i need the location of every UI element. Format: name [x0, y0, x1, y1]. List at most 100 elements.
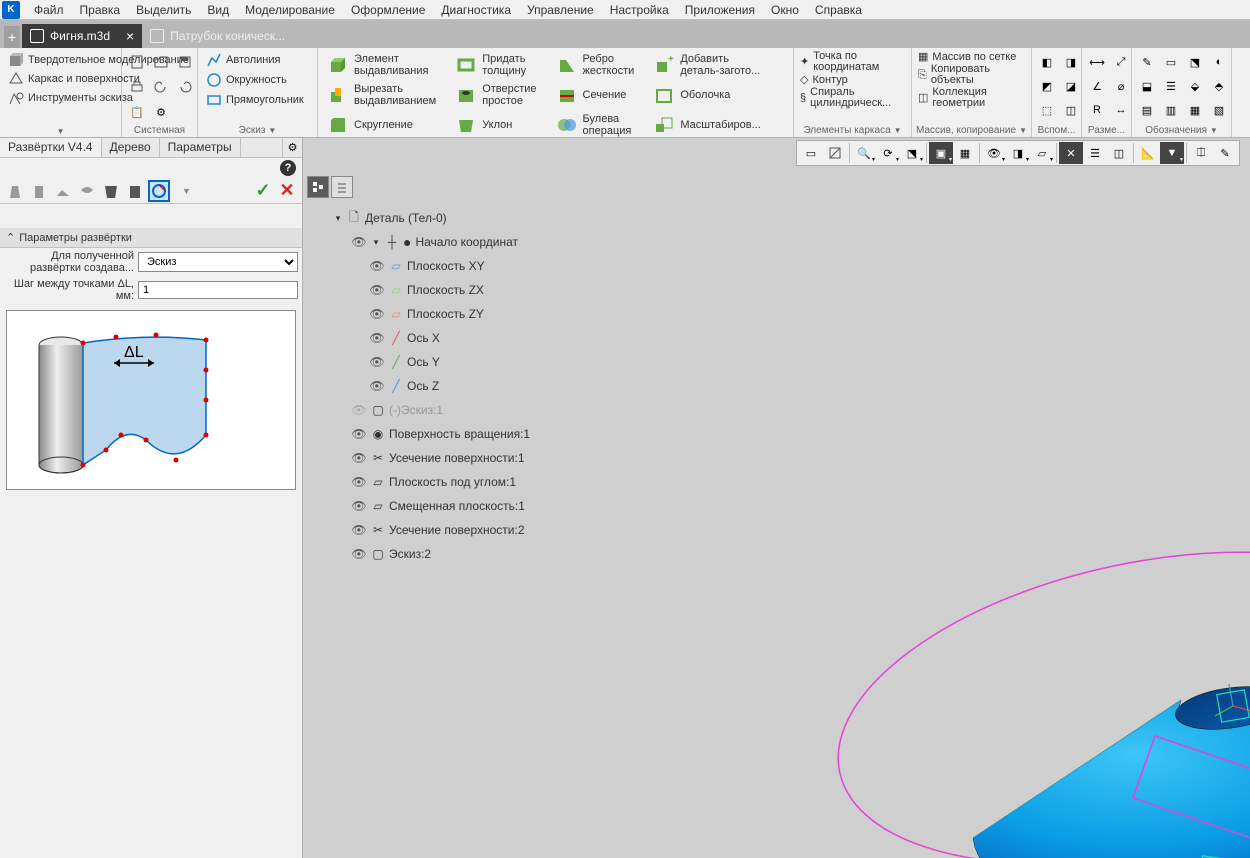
grid-array-button[interactable]: ▦Массив по сетке: [916, 51, 1018, 63]
tree-sketch2[interactable]: 👁▢Эскиз:2: [313, 542, 530, 566]
draft-button[interactable]: Уклон: [450, 111, 540, 139]
dim4[interactable]: ⌀: [1110, 75, 1132, 97]
menu-diagnostics[interactable]: Диагностика: [433, 1, 519, 19]
vt-shade[interactable]: ▣▾: [929, 142, 953, 164]
viewport-3d[interactable]: ▭ 🔍▾ ⟳▾ ⬔▾ ▣▾ ▦ 👁▾ ◨▾ ▱▾ ✕ ☰ ◫ 📐 ▼▾ ⎅ ✎: [303, 138, 1250, 858]
boolean-button[interactable]: Булеваоперация: [551, 111, 639, 139]
tree-root[interactable]: ▾🗋Деталь (Тел-0): [313, 206, 530, 230]
an9[interactable]: ▤: [1136, 99, 1158, 121]
tree-plane-zx[interactable]: 👁▱Плоскость ZX: [313, 278, 530, 302]
new-doc-button[interactable]: [126, 51, 148, 73]
shape6-button[interactable]: [124, 180, 146, 202]
tree-plane-zy[interactable]: 👁▱Плоскость ZY: [313, 302, 530, 326]
menu-window[interactable]: Окно: [763, 1, 807, 19]
dim2[interactable]: ⤢: [1110, 51, 1132, 73]
autoline-button[interactable]: Автолиния: [202, 51, 284, 69]
aux4[interactable]: ◪: [1060, 75, 1082, 97]
cancel-button[interactable]: ✕: [276, 180, 298, 202]
copy-button[interactable]: 📋: [126, 101, 148, 123]
mode-sketch[interactable]: Инструменты эскиза: [4, 89, 137, 107]
aux6[interactable]: ◫: [1060, 99, 1082, 121]
an5[interactable]: ⬓: [1136, 75, 1158, 97]
param-section-header[interactable]: ⌃Параметры развёртки: [0, 228, 302, 248]
aux1[interactable]: ◧: [1036, 51, 1058, 73]
tree-revolve[interactable]: 👁◉Поверхность вращения:1: [313, 422, 530, 446]
an8[interactable]: ⬘: [1208, 75, 1230, 97]
menu-apps[interactable]: Приложения: [677, 1, 763, 19]
contour-button[interactable]: ◇Контур: [798, 74, 850, 86]
tree-angle-plane[interactable]: 👁▱Плоскость под углом:1: [313, 470, 530, 494]
vt-section[interactable]: ◨▾: [1006, 142, 1030, 164]
vt-brush[interactable]: ✎: [1213, 142, 1237, 164]
vt-snap[interactable]: ✕: [1059, 142, 1083, 164]
copy-obj-button[interactable]: ⎘Копироватьобъекты: [916, 64, 992, 86]
menu-manage[interactable]: Управление: [519, 1, 602, 19]
vt-sketch[interactable]: [823, 142, 847, 164]
menu-help[interactable]: Справка: [807, 1, 870, 19]
dim5[interactable]: R: [1086, 99, 1108, 121]
help-icon[interactable]: ?: [280, 160, 296, 176]
rib-button[interactable]: Реброжесткости: [551, 51, 639, 79]
section-button[interactable]: Сечение: [551, 81, 639, 109]
an3[interactable]: ⬔: [1184, 51, 1206, 73]
extrude-button[interactable]: Элементвыдавливания: [322, 51, 440, 79]
fillet-button[interactable]: Скругление: [322, 111, 440, 139]
add-part-button[interactable]: +Добавитьдеталь-загото...: [648, 51, 764, 79]
circle-button[interactable]: Окружность: [202, 71, 291, 89]
menu-select[interactable]: Выделить: [128, 1, 199, 19]
panel-tab-unfold[interactable]: Развёртки V4.4: [0, 138, 102, 157]
shape5-button[interactable]: [100, 180, 122, 202]
shape2-button[interactable]: [28, 180, 50, 202]
save-button[interactable]: [174, 51, 196, 73]
tree-tab-structure[interactable]: [307, 176, 329, 198]
tree-axis-x[interactable]: 👁╱Ось X: [313, 326, 530, 350]
menu-settings[interactable]: Настройка: [602, 1, 677, 19]
menu-view[interactable]: Вид: [199, 1, 237, 19]
tab-active[interactable]: Фигня.m3d ×: [22, 24, 142, 48]
an7[interactable]: ⬙: [1184, 75, 1206, 97]
vt-layers[interactable]: ☰: [1083, 142, 1107, 164]
an6[interactable]: ☰: [1160, 75, 1182, 97]
redo-button[interactable]: [174, 76, 196, 98]
an12[interactable]: ▧: [1208, 99, 1230, 121]
aux2[interactable]: ◨: [1060, 51, 1082, 73]
vt-hide[interactable]: 👁▾: [982, 142, 1006, 164]
cut-extrude-button[interactable]: Вырезатьвыдавливанием: [322, 81, 440, 109]
tree-origin[interactable]: 👁▾┼●Начало координат: [313, 230, 530, 254]
vt-perspective[interactable]: ▱▾: [1030, 142, 1054, 164]
spiral-button[interactable]: §Спиральцилиндрическ...: [798, 87, 893, 109]
an4[interactable]: ◐: [1208, 51, 1230, 73]
create-type-select[interactable]: Эскиз: [138, 252, 298, 272]
menu-format[interactable]: Оформление: [343, 1, 433, 19]
tree-tab-flat[interactable]: [331, 176, 353, 198]
vt-style[interactable]: ⎅: [1189, 142, 1213, 164]
an11[interactable]: ▦: [1184, 99, 1206, 121]
close-icon[interactable]: ×: [126, 28, 134, 44]
menu-edit[interactable]: Правка: [72, 1, 129, 19]
vt-wire[interactable]: ▦: [953, 142, 977, 164]
shape4-button[interactable]: [76, 180, 98, 202]
menu-modeling[interactable]: Моделирование: [237, 1, 343, 19]
dim1[interactable]: ⟷: [1086, 51, 1108, 73]
tree-plane-xy[interactable]: 👁▱Плоскость XY: [313, 254, 530, 278]
tree-sketch1[interactable]: 👁▢(-)Эскиз:1: [313, 398, 530, 422]
vt-clip[interactable]: ◫: [1107, 142, 1131, 164]
rectangle-button[interactable]: Прямоугольник: [202, 91, 308, 109]
tree-axis-y[interactable]: 👁╱Ось Y: [313, 350, 530, 374]
shape1-button[interactable]: [4, 180, 26, 202]
print-button[interactable]: [126, 76, 148, 98]
dim3[interactable]: ∠: [1086, 75, 1108, 97]
new-tab-button[interactable]: +: [4, 26, 20, 48]
hole-button[interactable]: Отверстиепростое: [450, 81, 540, 109]
aux5[interactable]: ⬚: [1036, 99, 1058, 121]
tree-offset-plane[interactable]: 👁▱Смещенная плоскость:1: [313, 494, 530, 518]
thicken-button[interactable]: Придатьтолщину: [450, 51, 540, 79]
vt-orient[interactable]: ⬔▾: [900, 142, 924, 164]
vt-measure[interactable]: 📐: [1136, 142, 1160, 164]
properties-button[interactable]: ⚙: [150, 101, 172, 123]
tree-trim2[interactable]: 👁✂Усечение поверхности:2: [313, 518, 530, 542]
open-button[interactable]: [150, 51, 172, 73]
vt-rotation[interactable]: ⟳▾: [876, 142, 900, 164]
point-button[interactable]: ✦Точка покоординатам: [798, 51, 881, 73]
panel-tab-tree[interactable]: Дерево: [102, 138, 160, 157]
